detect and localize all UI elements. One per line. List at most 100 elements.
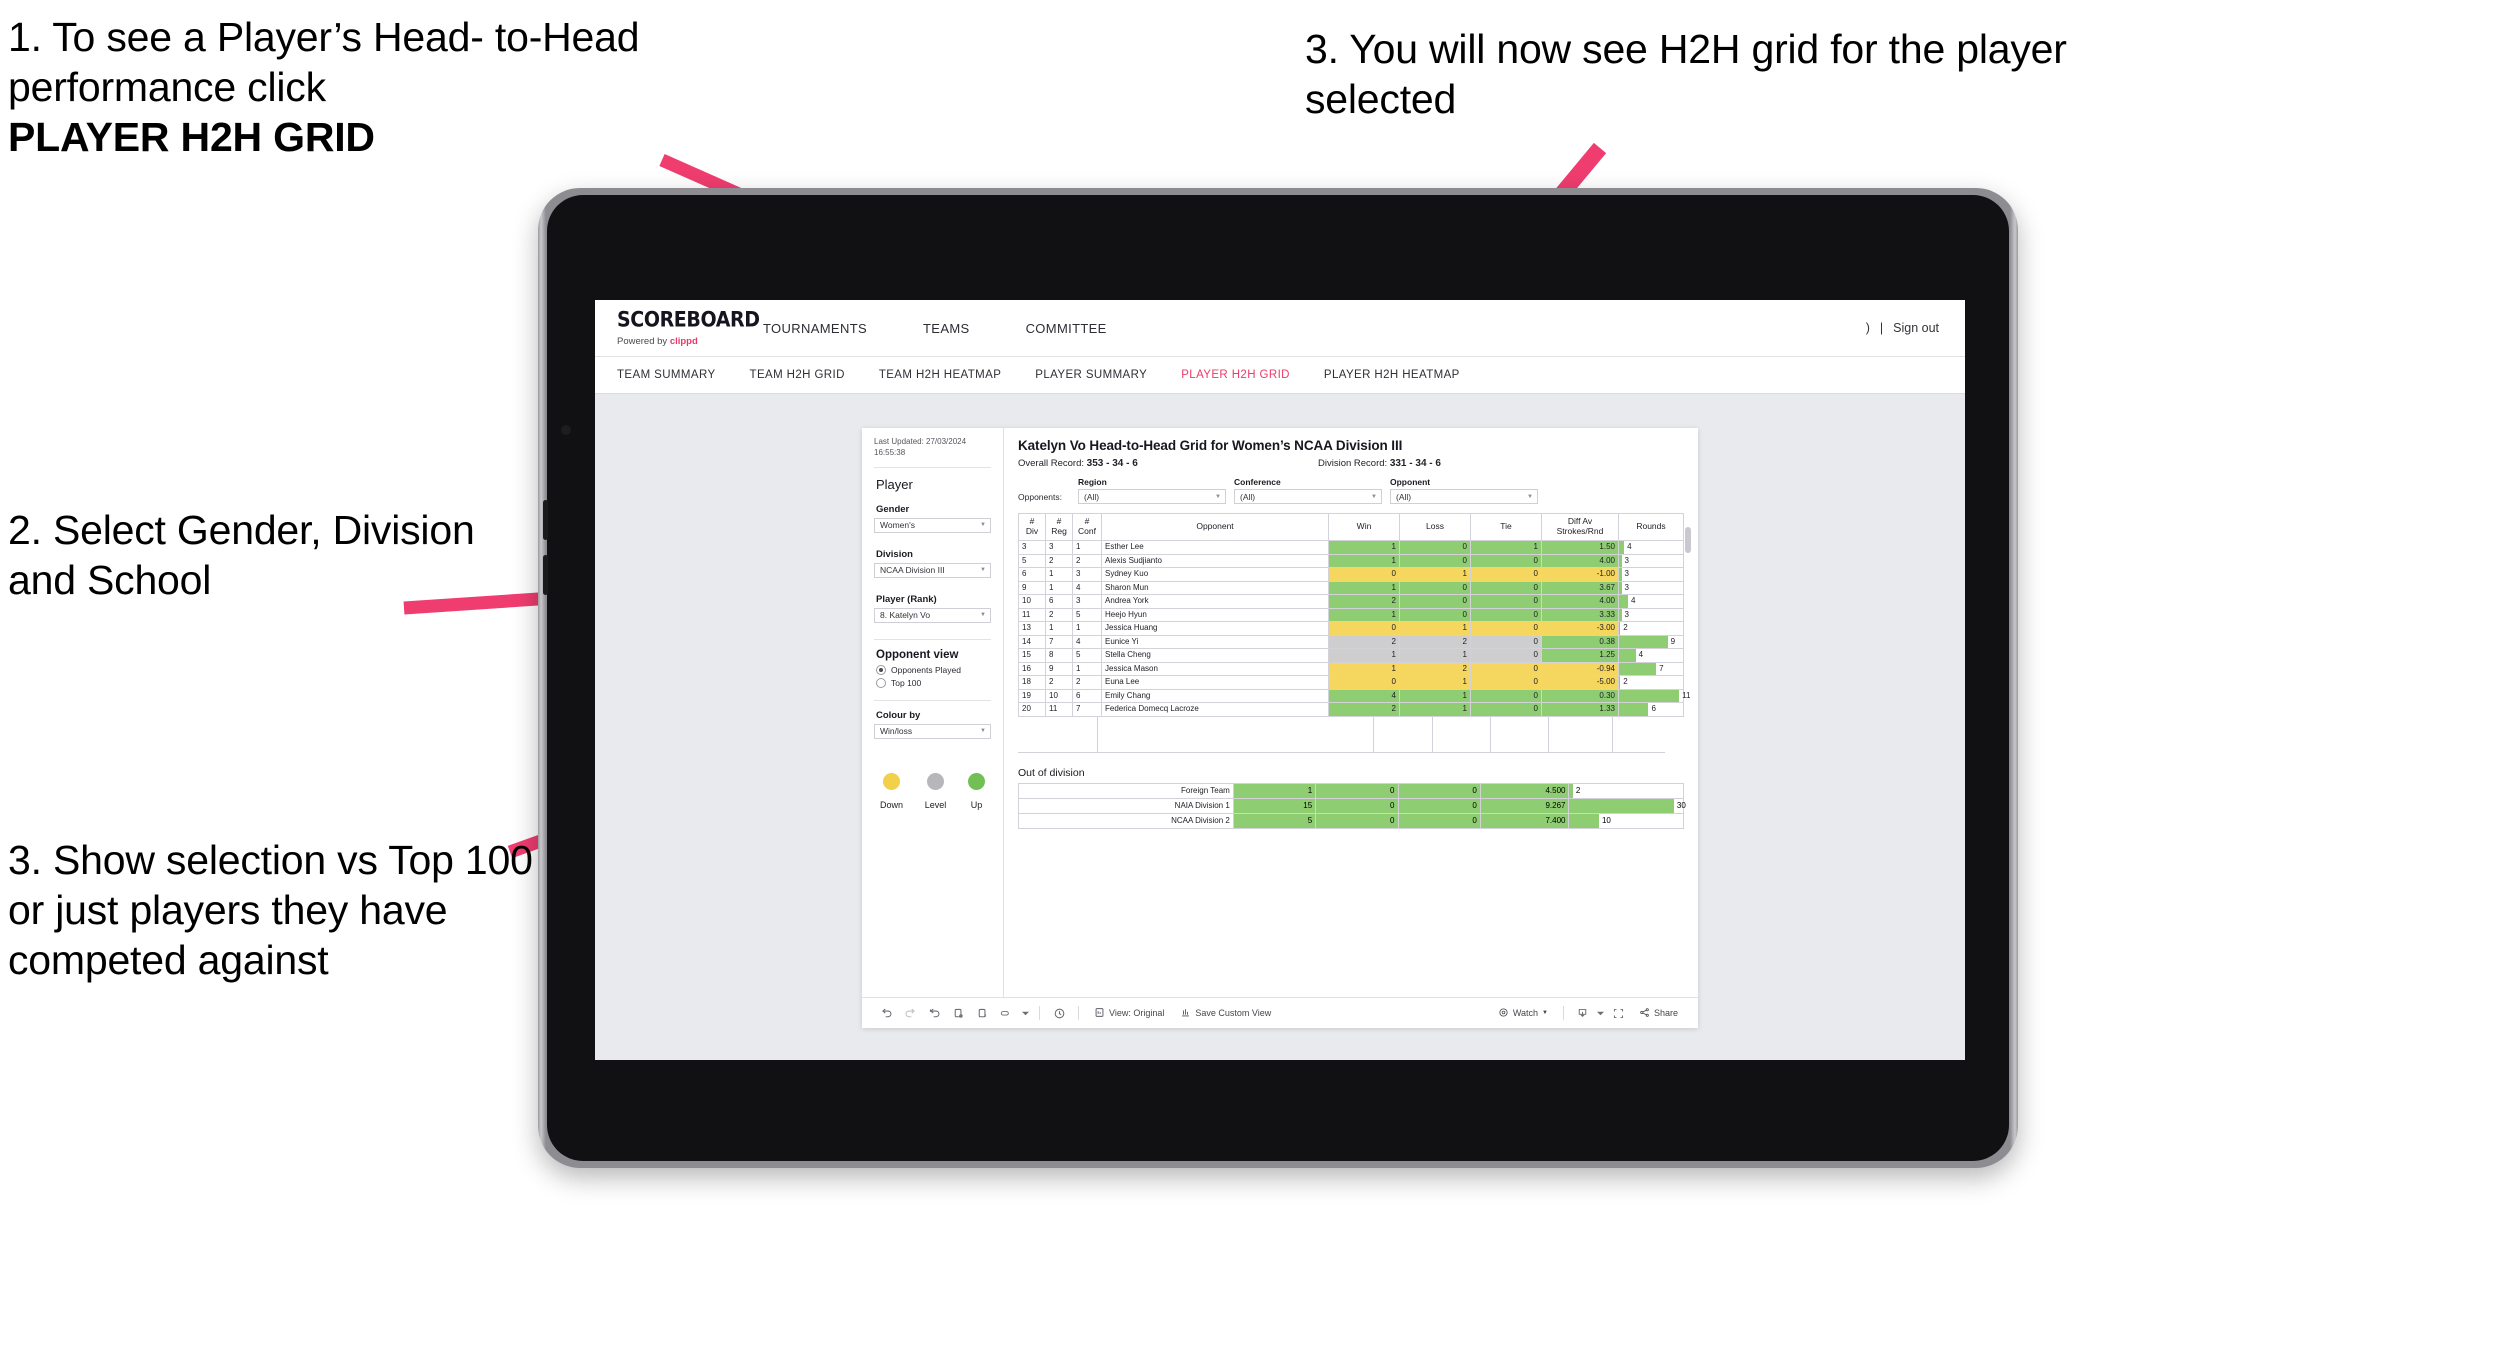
- cell-tie: 0: [1470, 661, 1542, 676]
- shape-icon[interactable]: [994, 1003, 1018, 1023]
- view-original-button[interactable]: View: Original: [1086, 1007, 1172, 1020]
- table-row[interactable]: 6 1 3 Sydney Kuo 0 1 0 -1.00 3: [1018, 567, 1684, 582]
- cell-rounds-bar: 3: [1618, 553, 1684, 568]
- save-custom-view-button[interactable]: Save Custom View: [1172, 1007, 1279, 1020]
- cell-reg: 7: [1045, 634, 1073, 649]
- cell-div: 18: [1018, 675, 1046, 690]
- cell-conf: 7: [1072, 702, 1102, 717]
- table-scrollbar[interactable]: [1685, 527, 1691, 553]
- cell-win: 1: [1328, 580, 1400, 595]
- cell-win: 15: [1232, 797, 1317, 814]
- filter-opponent: Opponent (All) ▼: [1390, 477, 1538, 504]
- cell-div: 10: [1018, 594, 1046, 609]
- gender-select[interactable]: Women's ▼: [874, 517, 991, 533]
- division-label: Division: [876, 548, 913, 560]
- filter-conference-select[interactable]: (All) ▼: [1234, 489, 1382, 504]
- table-row[interactable]: 10 6 3 Andrea York 2 0 0 4.00 4: [1018, 594, 1684, 609]
- cell-conf: 3: [1072, 594, 1102, 609]
- cell-loss: 2: [1399, 634, 1471, 649]
- cell-conf: 4: [1072, 634, 1102, 649]
- chevron-down-icon: ▼: [1542, 1010, 1548, 1016]
- table-row[interactable]: 16 9 1 Jessica Mason 1 2 0 -0.94 7: [1018, 661, 1684, 676]
- rounds-bar: [1569, 798, 1674, 813]
- cell-diff: 3.67: [1541, 580, 1619, 595]
- tab-player-h2h-heatmap[interactable]: PLAYER H2H HEATMAP: [1324, 369, 1460, 381]
- chevron-down-icon: ▼: [980, 522, 986, 529]
- rounds-value: 2: [1623, 623, 1628, 632]
- tab-player-summary[interactable]: PLAYER SUMMARY: [1035, 369, 1147, 381]
- table-row[interactable]: 18 2 2 Euna Lee 0 1 0 -5.00 2: [1018, 675, 1684, 690]
- rounds-value: 3: [1624, 555, 1629, 565]
- clock-icon[interactable]: [1047, 1003, 1071, 1023]
- tab-team-h2h-grid[interactable]: TEAM H2H GRID: [750, 369, 845, 381]
- tab-team-h2h-heatmap[interactable]: TEAM H2H HEATMAP: [879, 369, 1001, 381]
- tab-player-h2h-grid[interactable]: PLAYER H2H GRID: [1181, 369, 1290, 381]
- caret-icon[interactable]: [1018, 1003, 1032, 1023]
- table-row[interactable]: 15 8 5 Stella Cheng 1 1 0 1.25 4: [1018, 648, 1684, 663]
- cell-division-name: NCAA Division 2: [1018, 812, 1234, 829]
- filter-opponent-select[interactable]: (All) ▼: [1390, 489, 1538, 504]
- radio-off-icon: [876, 677, 886, 688]
- overall-record: Overall Record: 353 - 34 - 6: [1018, 458, 1318, 469]
- cell-tie: 0: [1470, 634, 1542, 649]
- filter-sidebar: Last Updated: 27/03/2024 16:55:38 Player…: [862, 428, 1004, 997]
- revert-icon[interactable]: [922, 1003, 946, 1023]
- rounds-value: 9: [1670, 636, 1676, 646]
- fullscreen-icon[interactable]: [1607, 1003, 1631, 1023]
- cell-win: 4: [1328, 688, 1400, 703]
- table-row[interactable]: 14 7 4 Eunice Yi 2 2 0 0.38 9: [1018, 634, 1684, 649]
- pause-icon[interactable]: [970, 1003, 994, 1023]
- watch-button[interactable]: Watch ▼: [1490, 1007, 1556, 1020]
- workbook-area: Last Updated: 27/03/2024 16:55:38 Player…: [595, 394, 1965, 1060]
- rounds-value: 4: [1630, 596, 1636, 605]
- blank-cell: [1373, 716, 1432, 753]
- filter-opponent-label: Opponent: [1390, 477, 1431, 487]
- cell-loss: 1: [1399, 702, 1471, 717]
- table-row[interactable]: 9 1 4 Sharon Mun 1 0 0 3.67 3: [1018, 580, 1684, 595]
- legend-level: Level: [925, 772, 946, 810]
- table-row[interactable]: 13 1 1 Jessica Huang 0 1 0 -3.00 2: [1018, 621, 1684, 636]
- annotation-step-3: 3. Show selection vs Top 100 or just pla…: [8, 837, 533, 984]
- cell-reg: 11: [1045, 702, 1073, 717]
- cell-rounds-bar: 30: [1568, 797, 1686, 814]
- table-row[interactable]: 19 10 6 Emily Chang 4 1 0 0.30 11: [1018, 688, 1690, 703]
- nav-committee[interactable]: COMMITTEE: [998, 300, 1135, 356]
- undo-icon[interactable]: [874, 1003, 898, 1023]
- table-row[interactable]: NAIA Division 1 15 0 0 9.267 30: [1018, 797, 1686, 814]
- cell-loss: 1: [1399, 675, 1471, 690]
- cell-diff: -0.94: [1541, 661, 1619, 676]
- brand-logo[interactable]: SCOREBOARD Powered by clippd: [595, 300, 760, 356]
- view-original-label: View: Original: [1109, 1008, 1165, 1018]
- out-of-division-table: Foreign Team 1 0 0 4.500 2 NAIA Division 1 15 0 0…: [1018, 782, 1686, 829]
- table-row[interactable]: 3 3 1 Esther Lee 1 0 1 1.50 4: [1018, 540, 1684, 555]
- refresh-icon[interactable]: [946, 1003, 970, 1023]
- redo-icon[interactable]: [898, 1003, 922, 1023]
- colour-by-select[interactable]: Win/loss ▼: [874, 723, 991, 739]
- header-account-area: ) | Sign out: [1866, 300, 1965, 356]
- table-row[interactable]: 5 2 2 Alexis Sudjianto 1 0 0 4.00 3: [1018, 553, 1684, 568]
- radio-top-100[interactable]: Top 100: [876, 677, 991, 688]
- chevron-down-icon: ▼: [980, 612, 986, 619]
- filter-region-select[interactable]: (All) ▼: [1078, 489, 1226, 504]
- player-rank-select[interactable]: 8. Katelyn Vo ▼: [874, 607, 991, 623]
- sidebar-divider-1: [874, 466, 991, 468]
- radio-top-100-label: Top 100: [891, 677, 922, 688]
- table-row[interactable]: Foreign Team 1 0 0 4.500 2: [1018, 782, 1684, 799]
- filter-opponent-value: (All): [1396, 491, 1412, 502]
- download-icon[interactable]: [1571, 1003, 1595, 1023]
- account-glyph[interactable]: ): [1866, 321, 1870, 335]
- table-row[interactable]: NCAA Division 2 5 0 0 7.400 10: [1018, 812, 1684, 829]
- radio-opponents-played[interactable]: Opponents Played: [876, 664, 991, 675]
- toolbar-right-group: Watch ▼ Share: [1490, 1003, 1686, 1023]
- cell-win: 2: [1328, 702, 1400, 717]
- share-button[interactable]: Share: [1631, 1007, 1686, 1020]
- division-select[interactable]: NCAA Division III ▼: [874, 562, 991, 578]
- caret-icon[interactable]: [1595, 1003, 1607, 1023]
- table-row[interactable]: 20 11 7 Federica Domecq Lacroze 2 1 0 1.33 6: [1018, 702, 1684, 717]
- table-row[interactable]: 11 2 5 Heejo Hyun 1 0 0 3.33 3: [1018, 607, 1684, 622]
- nav-teams[interactable]: TEAMS: [895, 300, 998, 356]
- cell-tie: 0: [1397, 812, 1481, 829]
- cell-reg: 2: [1045, 553, 1073, 568]
- sign-out-link[interactable]: Sign out: [1893, 321, 1939, 335]
- tab-team-summary[interactable]: TEAM SUMMARY: [617, 369, 716, 381]
